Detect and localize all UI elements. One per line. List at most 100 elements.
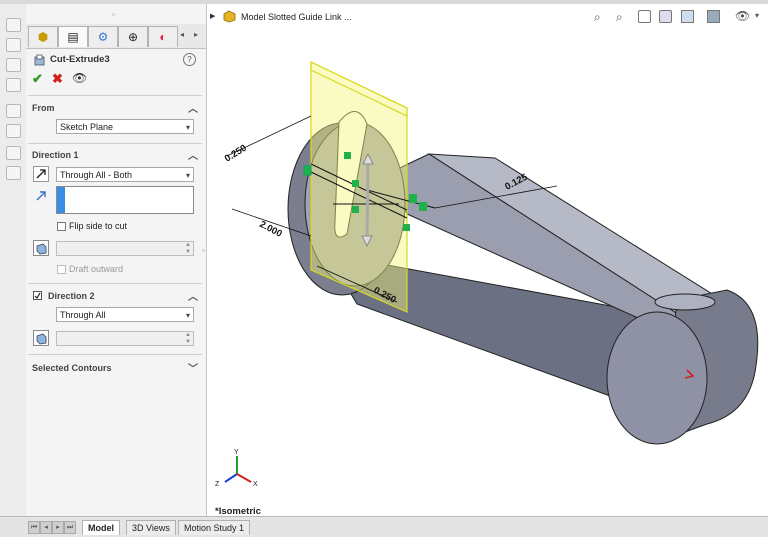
sketch-relation-icon [409, 194, 417, 203]
sketch-tool-icon[interactable] [6, 18, 21, 32]
direction-vector-icon [35, 190, 47, 202]
from-section-label: From [32, 103, 55, 113]
preview-eye-icon[interactable]: 👁 [72, 71, 87, 85]
sketch-tool-icon[interactable] [6, 58, 21, 72]
tab-display-manager[interactable]: ◐ [148, 26, 178, 47]
first-tab-icon[interactable]: ⏮ [28, 521, 40, 534]
triad-z-axis [224, 473, 238, 483]
reverse-direction-icon [36, 169, 46, 179]
draft-angle-spinbox[interactable]: ▲ ▼ [56, 241, 194, 256]
section-divider [28, 95, 202, 96]
accept-icon[interactable]: ✔ [32, 71, 43, 87]
cancel-icon[interactable]: ✖ [52, 71, 63, 87]
tab-configuration-manager[interactable]: ⚙ [88, 26, 118, 47]
sketch-tool-icon[interactable] [6, 146, 21, 160]
checkmark-icon [34, 292, 41, 299]
panel-splitter-grip[interactable]: ◦ [202, 246, 206, 260]
triad-y-label: Y [234, 449, 239, 456]
sketch-relation-icon [352, 206, 359, 213]
tab-dimxpert-manager[interactable]: ⊕ [118, 26, 148, 47]
bottom-tab-bar: ⏮ ◂ ▸ ⏭ Model 3D Views Motion Study 1 [0, 516, 768, 537]
draft-outward-checkbox[interactable] [57, 265, 66, 274]
next-tab-icon[interactable]: ▸ [52, 521, 64, 534]
direction1-label: Direction 1 [32, 150, 79, 160]
direction2-section-header[interactable]: Direction 2 ︿ [26, 288, 206, 304]
tab-feature-manager[interactable]: ⬢ [28, 26, 58, 47]
feature-tree-icon: ⬢ [37, 30, 49, 44]
triad-x-axis [236, 473, 252, 483]
spin-arrows-icon[interactable]: ▲ ▼ [185, 242, 191, 256]
triad-x-label: X [253, 481, 258, 488]
reverse-direction-button[interactable] [33, 166, 49, 182]
prev-tab-icon[interactable]: ◂ [40, 521, 52, 534]
tab-model[interactable]: Model [82, 520, 120, 535]
appearance-icon: ◐ [159, 30, 167, 44]
direction1-section-header[interactable]: Direction 1 ︿ [26, 147, 206, 163]
dimension-label: 2.000 [258, 219, 284, 240]
flip-side-checkbox[interactable] [57, 222, 66, 231]
draft-icon [36, 333, 47, 345]
draft-icon [36, 243, 47, 255]
collapse-chevron-icon[interactable]: ︿ [188, 288, 198, 303]
direction2-draft-toggle-button[interactable] [33, 330, 49, 346]
active-selection-marker [57, 187, 65, 213]
expand-chevron-icon[interactable]: ﹀ [188, 360, 198, 375]
direction2-draft-angle-spinbox[interactable]: ▲ ▼ [56, 331, 194, 346]
direction2-end-condition-value: Through All [60, 310, 106, 320]
section-divider [28, 354, 202, 355]
sketch-relation-icon [419, 202, 427, 211]
help-icon[interactable]: ? [183, 53, 196, 66]
last-tab-icon[interactable]: ⏭ [64, 521, 76, 534]
spin-arrows-icon[interactable]: ▲ ▼ [185, 332, 191, 346]
feature-title: Cut-Extrude3 [50, 54, 110, 65]
sketch-tool-icon[interactable] [6, 124, 21, 138]
sketch-tool-icon[interactable] [6, 78, 21, 92]
sketch-relation-icon [403, 224, 410, 231]
start-condition-value: Sketch Plane [60, 122, 114, 132]
chevron-down-icon: ▾ [185, 171, 190, 180]
crosshair-icon: ⊕ [127, 30, 139, 44]
property-manager: ◦ ⬢ ▤ ⚙ ⊕ ◐ ◂ ▸ Cut-Extrude3 ? ✔ ✖ 👁 Fro… [26, 4, 207, 516]
dimension-label: 0.250 [223, 143, 249, 165]
graphics-viewport[interactable]: ▶ Model Slotted Guide Link ... ⌕ ⌕ 👁 ▾ 0… [207, 4, 768, 517]
draft-outward-label: Draft outward [69, 264, 124, 274]
collapse-chevron-icon[interactable]: ︿ [188, 100, 198, 115]
sketch-tool-icon[interactable] [6, 166, 21, 180]
panel-tabbar: ⬢ ▤ ⚙ ⊕ ◐ ◂ ▸ [26, 24, 206, 49]
selected-contours-label: Selected Contours [32, 363, 112, 373]
sketch-tool-icon[interactable] [6, 104, 21, 118]
direction2-label: Direction 2 [48, 291, 95, 301]
sketch-relation-icon [303, 165, 312, 176]
triad-z-label: Z [215, 481, 220, 488]
drag-handle [365, 163, 370, 241]
tab-scroll-left-icon[interactable]: ◂ [180, 30, 184, 39]
direction2-checkbox[interactable] [33, 291, 42, 300]
chevron-down-icon: ▾ [185, 123, 190, 132]
tab-motion-study-1[interactable]: Motion Study 1 [178, 520, 251, 535]
selected-contours-header[interactable]: Selected Contours ﹀ [26, 360, 206, 376]
end-condition-value: Through All - Both [60, 170, 133, 180]
direction-of-extrusion-field[interactable] [56, 186, 194, 214]
configuration-icon: ⚙ [97, 30, 109, 44]
draft-toggle-button[interactable] [33, 240, 49, 256]
left-toolstrip [0, 4, 27, 516]
property-list-icon: ▤ [67, 30, 79, 44]
sketch-relation-icon [352, 180, 359, 187]
section-divider [28, 143, 202, 144]
panel-grip-icon[interactable]: ◦ [112, 10, 115, 19]
boss-top-face [654, 293, 716, 311]
tab-scroll-right-icon[interactable]: ▸ [194, 30, 198, 39]
start-condition-dropdown[interactable]: Sketch Plane ▾ [56, 119, 194, 134]
tab-3d-views[interactable]: 3D Views [126, 520, 176, 535]
end-condition-dropdown[interactable]: Through All - Both ▾ [56, 167, 194, 182]
tab-property-manager[interactable]: ▤ [58, 26, 88, 47]
sketch-relation-icon [344, 152, 351, 159]
collapse-chevron-icon[interactable]: ︿ [188, 147, 198, 162]
boss-end-face [606, 311, 708, 445]
cut-extrude-icon [34, 54, 46, 66]
sketch-tool-icon[interactable] [6, 38, 21, 52]
from-section-header[interactable]: From ︿ [26, 100, 206, 116]
section-divider [28, 283, 202, 284]
direction2-end-condition-dropdown[interactable]: Through All ▾ [56, 307, 194, 322]
model-canvas[interactable]: 0.250 0.125 2.000 0.250 Y Z X [207, 4, 768, 516]
